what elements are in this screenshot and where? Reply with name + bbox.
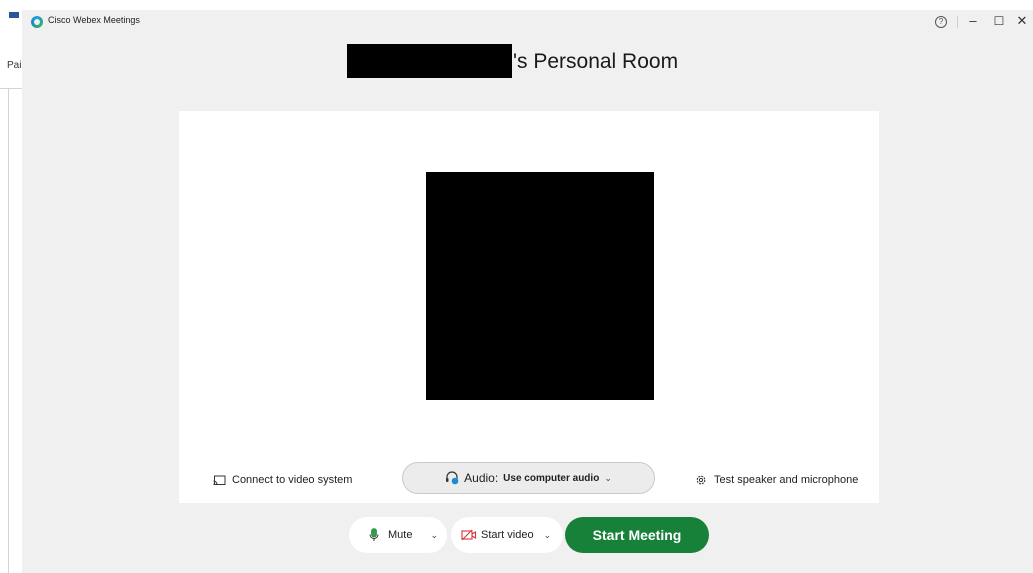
webex-logo-icon [31,16,43,28]
start-video-button[interactable]: Start video ⌄ [451,517,563,553]
chevron-down-icon: ⌄ [604,472,612,483]
audio-label: Audio: [464,471,499,485]
microphone-icon [369,528,379,541]
background-divider [0,88,22,89]
preview-panel: Connect to video system Audio: Use compu… [179,111,879,503]
title-bar: Cisco Webex Meetings ? – ☐ ✕ [22,10,1033,34]
background-app-accent [9,12,19,18]
start-meeting-button[interactable]: Start Meeting [565,517,709,553]
meeting-controls: Mute ⌄ Start video ⌄ Start Meeting [22,516,1033,554]
chevron-down-icon[interactable]: ⌄ [430,530,438,541]
chevron-down-icon[interactable]: ⌄ [544,530,552,541]
title-bar-separator [957,16,958,28]
mute-button[interactable]: Mute ⌄ [349,517,447,553]
test-speaker-microphone-button[interactable]: Test speaker and microphone [695,471,858,489]
headset-icon [446,471,459,485]
app-title: Cisco Webex Meetings [48,15,140,25]
minimize-button[interactable]: – [966,14,980,28]
page-title: 's Personal Room [513,50,679,73]
connect-label: Connect to video system [232,474,353,486]
maximize-button[interactable]: ☐ [992,14,1006,28]
connect-to-video-system-button[interactable]: Connect to video system [213,471,352,489]
audio-select[interactable]: Audio: Use computer audio ⌄ [402,462,655,494]
avatar [426,172,654,400]
close-button[interactable]: ✕ [1015,14,1029,28]
help-icon[interactable]: ? [935,16,947,28]
test-label: Test speaker and microphone [714,474,859,486]
gear-icon [696,475,706,485]
audio-value: Use computer audio [503,472,600,484]
background-app: Pai [0,0,22,573]
video-off-icon [461,529,477,541]
webex-window: Cisco Webex Meetings ? – ☐ ✕ 's Personal… [22,10,1033,573]
host-name-redacted [347,44,512,78]
background-app-text: Pai [7,60,22,71]
start-video-label: Start video [481,529,534,541]
cast-icon [213,475,226,485]
background-divider-vertical [8,88,9,573]
mute-label: Mute [388,529,413,541]
